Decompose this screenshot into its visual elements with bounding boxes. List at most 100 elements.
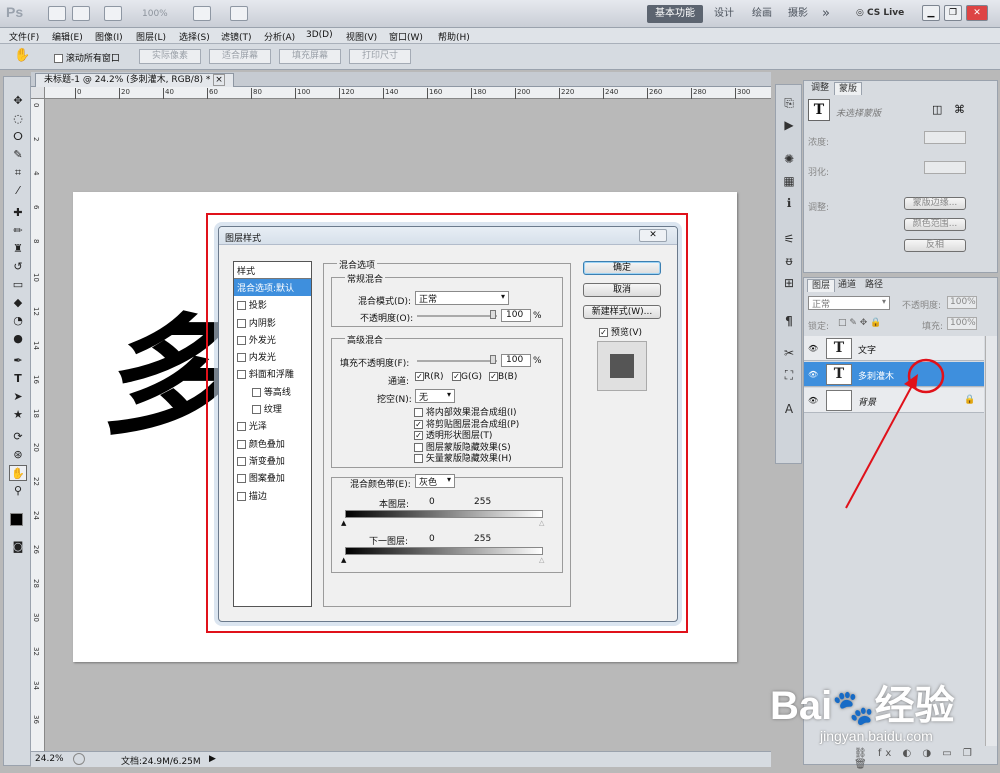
3d-rotate-icon[interactable]: ⟳ — [9, 429, 27, 445]
brush-presets-icon[interactable]: ᵿ — [780, 253, 798, 269]
quick-select-icon[interactable]: ✎ — [9, 147, 27, 163]
layer-blend-mode-select[interactable]: 正常 — [808, 296, 890, 310]
tab-layers[interactable]: 图层 — [807, 279, 836, 292]
more-workspaces-icon[interactable]: » — [814, 5, 838, 23]
layer-footer-icons[interactable]: ⛓ fx ◐ ◑ ▭ ❐ 🗑 — [854, 748, 997, 770]
pen-tool-icon[interactable]: ✒ — [9, 353, 27, 369]
layers-scrollbar[interactable] — [985, 336, 997, 746]
menu-item-6[interactable]: 分析(A) — [264, 30, 295, 43]
brushes-icon[interactable]: ⚟ — [780, 231, 798, 247]
vector-mask-icon[interactable]: ⌘ — [954, 103, 965, 116]
close-window-icon[interactable]: ✕ — [966, 5, 988, 21]
menu-item-4[interactable]: 选择(S) — [179, 30, 210, 43]
zoom-level[interactable]: 100% — [142, 9, 168, 19]
mini-bridge-icon[interactable] — [72, 6, 90, 21]
invert-button[interactable]: 反相 — [904, 239, 966, 252]
menu-item-2[interactable]: 图像(I) — [95, 30, 123, 43]
paragraph-icon[interactable]: ¶ — [780, 313, 798, 329]
menu-item-1[interactable]: 编辑(E) — [52, 30, 83, 43]
fill-screen-button[interactable]: 填充屏幕 — [279, 49, 341, 64]
tab-masks[interactable]: 蒙版 — [834, 82, 863, 95]
close-tab-icon[interactable]: × — [213, 74, 225, 86]
scroll-all-windows[interactable]: 滚动所有窗口 — [54, 51, 120, 64]
crop-tool-icon[interactable]: ⌗ — [9, 165, 27, 181]
tab-channels[interactable]: 通道 — [834, 279, 860, 292]
status-arrow-icon[interactable]: ▶ — [209, 754, 216, 764]
info-icon[interactable]: ℹ — [780, 195, 798, 211]
density-input[interactable] — [924, 131, 966, 144]
tab-adjustments[interactable]: 调整 — [807, 82, 833, 95]
3d-panel-icon[interactable]: ⛶ — [780, 367, 798, 383]
menu-item-10[interactable]: 帮助(H) — [438, 30, 470, 43]
3d-orbit-icon[interactable]: ⊛ — [9, 447, 27, 463]
actions-icon[interactable]: ▶ — [780, 117, 798, 133]
feather-input[interactable] — [924, 161, 966, 174]
bucket-icon[interactable]: ◆ — [9, 295, 27, 311]
zoom-tool-icon[interactable]: ⚲ — [9, 483, 27, 499]
menu-item-9[interactable]: 窗口(W) — [389, 30, 423, 43]
menu-item-3[interactable]: 图层(L) — [136, 30, 166, 43]
workspace-photo[interactable]: 摄影 — [780, 5, 816, 23]
visibility-eye-icon[interactable]: 👁 — [808, 370, 818, 379]
path-select-icon[interactable]: ➤ — [9, 389, 27, 405]
stamp-tool-icon[interactable]: ♜ — [9, 241, 27, 257]
shape-tool-icon[interactable]: ★ — [9, 407, 27, 423]
ruler-origin[interactable] — [31, 87, 45, 99]
visibility-eye-icon[interactable]: 👁 — [808, 396, 818, 405]
menu-item-0[interactable]: 文件(F) — [9, 30, 39, 43]
arrange-documents-icon[interactable] — [193, 6, 211, 21]
dodge-tool-icon[interactable]: ● — [9, 331, 27, 347]
menu-item-7[interactable]: 3D(D) — [306, 30, 333, 40]
screen-mode-icon[interactable] — [230, 6, 248, 21]
minimize-icon[interactable]: ▁ — [922, 5, 940, 21]
ps-logo: Ps — [6, 4, 24, 20]
scroll-all-checkbox[interactable] — [54, 54, 63, 63]
status-menu-icon[interactable] — [73, 753, 85, 765]
character-icon[interactable]: A — [780, 401, 798, 417]
tool-presets-icon[interactable]: ✂ — [780, 345, 798, 361]
color-range-button[interactable]: 颜色范围... — [904, 218, 966, 231]
hand-tool-active-icon[interactable]: ✋ — [9, 465, 27, 481]
document-title: 未标题-1 @ 24.2% (多刺灌木, RGB/8) * — [44, 75, 211, 85]
layer-opacity-input[interactable]: 100% — [947, 296, 977, 309]
workspace-design[interactable]: 设计 — [706, 5, 742, 23]
actual-pixels-button[interactable]: 实际像素 — [139, 49, 201, 64]
history-brush-icon[interactable]: ↺ — [9, 259, 27, 275]
mask-edge-button[interactable]: 蒙版边缘... — [904, 197, 966, 210]
print-size-button[interactable]: 打印尺寸 — [349, 49, 411, 64]
hand-tool-icon[interactable]: ✋ — [14, 48, 30, 63]
lock-icons[interactable]: □ ✎ ✥ 🔒 — [838, 318, 881, 328]
brush-tool-icon[interactable]: ✏ — [9, 223, 27, 239]
restore-icon[interactable]: ❐ — [944, 5, 962, 21]
cs-live-button[interactable]: ◎ CS Live — [856, 8, 904, 18]
type-tool-icon[interactable]: T — [9, 371, 27, 387]
ruler-v-label: 4 — [32, 171, 40, 176]
swatches-icon[interactable]: ▦ — [780, 173, 798, 189]
clone-source-icon[interactable]: ⊞ — [780, 275, 798, 291]
blur-tool-icon[interactable]: ◔ — [9, 313, 27, 329]
visibility-eye-icon[interactable]: 👁 — [808, 344, 818, 353]
foreground-color[interactable] — [10, 513, 23, 526]
workspace-basic[interactable]: 基本功能 — [647, 5, 703, 23]
eraser-icon[interactable]: ▭ — [9, 277, 27, 293]
fit-screen-button[interactable]: 适合屏幕 — [209, 49, 271, 64]
menu-item-8[interactable]: 视图(V) — [346, 30, 377, 43]
view-extras-icon[interactable] — [104, 6, 122, 21]
pixel-mask-icon[interactable]: ◫ — [932, 103, 942, 116]
workspace-painting[interactable]: 绘画 — [744, 5, 780, 23]
tab-paths[interactable]: 路径 — [861, 279, 887, 292]
color-icon[interactable]: ✺ — [780, 151, 798, 167]
marquee-tool-icon[interactable]: ◌ — [9, 111, 27, 127]
ruler-h-label: 280 — [691, 88, 706, 99]
quick-mask-icon[interactable]: ◙ — [9, 539, 27, 555]
history-icon[interactable]: ⎘ — [780, 95, 798, 111]
bridge-icon[interactable] — [48, 6, 66, 21]
lasso-tool-icon[interactable]: ⵔ — [9, 129, 27, 145]
healing-brush-icon[interactable]: ✚ — [9, 205, 27, 221]
move-tool-icon[interactable]: ✥ — [9, 93, 27, 109]
eyedropper-icon[interactable]: ⁄ — [9, 183, 27, 199]
status-zoom[interactable]: 24.2% — [35, 754, 64, 764]
menu-item-5[interactable]: 滤镜(T) — [221, 30, 252, 43]
document-tab[interactable]: 未标题-1 @ 24.2% (多刺灌木, RGB/8) * × — [35, 73, 234, 87]
layer-fill-input[interactable]: 100% — [947, 317, 977, 330]
